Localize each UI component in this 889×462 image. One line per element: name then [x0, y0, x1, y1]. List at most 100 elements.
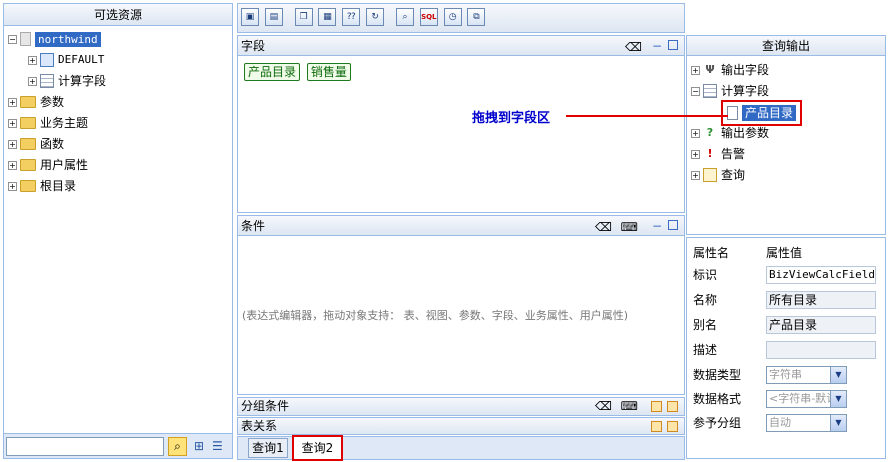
field-chip-product-category[interactable]: 产品目录 [244, 63, 301, 81]
minimize-icon[interactable]: − [652, 216, 662, 236]
field-icon [727, 106, 738, 120]
tab-query-2[interactable]: 查询2 [292, 435, 343, 461]
output-item-calc-fields[interactable]: − 计算字段 [691, 81, 769, 101]
prop-alias-field[interactable]: 产品目录 [766, 316, 876, 334]
restore-icon[interactable] [651, 421, 662, 432]
fields-panel: 字段 ⌫ − 产品目录 销售量 [237, 35, 685, 213]
maximize-icon[interactable] [668, 40, 678, 50]
expand-icon[interactable]: + [8, 97, 17, 107]
prop-desc-field[interactable] [766, 341, 876, 359]
prop-grouping-select[interactable]: 自动 ▼ [766, 414, 847, 432]
expand-icon[interactable]: + [28, 76, 37, 86]
tree-item-label: 查询 [721, 168, 746, 182]
chevron-down-icon[interactable]: ▼ [830, 391, 846, 407]
tree-item-label: 计算字段 [58, 74, 107, 88]
expand-icon[interactable]: + [691, 170, 700, 180]
schema-icon [40, 53, 54, 67]
query-tabs: 查询1 查询2 [237, 435, 685, 461]
select-value: 自动 [769, 416, 791, 429]
chevron-down-icon[interactable]: ▼ [830, 415, 846, 431]
output-item-fields[interactable]: + Ψ 输出字段 [691, 60, 769, 80]
clock-icon[interactable]: ◷ [443, 8, 462, 26]
tree-item-calc-fields[interactable]: + 计算字段 [28, 71, 106, 91]
sql-icon[interactable]: SQL [419, 8, 438, 26]
alert-icon: ! [707, 147, 713, 160]
tree-item-label: 参数 [40, 95, 65, 109]
tree-item-user-attrs[interactable]: + 用户属性 [8, 155, 88, 175]
tree-item-northwind[interactable]: − northwind [8, 29, 101, 49]
search-icon[interactable]: ⌕ [168, 437, 187, 456]
table-relation-bar[interactable]: 表关系 [237, 417, 685, 435]
expand-icon[interactable]: + [8, 181, 17, 191]
field-chip-sales[interactable]: 销售量 [306, 63, 351, 81]
tree-item-default[interactable]: + DEFAULT [28, 50, 104, 70]
prop-id-field[interactable]: BizViewCalcField [766, 266, 876, 284]
param-icon[interactable]: ⁇ [342, 8, 361, 26]
keyboard-icon[interactable]: ⌨ [621, 398, 638, 415]
eraser-icon[interactable]: ⌫ [625, 37, 642, 57]
restore-icon[interactable] [667, 401, 678, 412]
function-folder-icon [20, 138, 36, 150]
prop-datatype-select[interactable]: 字符串 ▼ [766, 366, 847, 384]
prop-name: 数据类型 [693, 368, 742, 382]
maximize-icon[interactable] [668, 220, 678, 230]
group-condition-bar[interactable]: 分组条件 ⌫ ⌨ [237, 397, 685, 416]
tree-item-label: 业务主题 [40, 116, 89, 130]
export-icon[interactable]: ⧉ [467, 8, 486, 26]
tree-item-label: 根目录 [40, 179, 77, 193]
expand-icon[interactable]: + [8, 118, 17, 128]
output-item-query[interactable]: + 查询 [691, 165, 745, 185]
expand-icon[interactable]: + [28, 55, 37, 65]
topic-folder-icon [20, 117, 36, 129]
expand-icon[interactable]: + [8, 160, 17, 170]
main-toolbar: ▣ ▤ ❐ ▦ ⁇ ↻ ⌕ SQL ◷ ⧉ [237, 3, 685, 33]
expand-icon[interactable]: + [8, 139, 17, 149]
keyboard-icon[interactable]: ⌨ [621, 217, 638, 237]
resource-panel-title: 可选资源 [4, 4, 232, 26]
search-icon[interactable]: ⌕ [395, 8, 414, 26]
expand-icon[interactable]: + [691, 128, 700, 138]
prop-name-field[interactable]: 所有目录 [766, 291, 876, 309]
conditions-hint[interactable]: (表达式编辑器，拖动对象支持： 表、视图、参数、字段、业务属性、用户属性) [242, 307, 628, 323]
database-icon [20, 32, 31, 46]
collapse-icon[interactable]: − [691, 86, 700, 96]
tree-item-root[interactable]: + 根目录 [8, 176, 76, 196]
prop-name: 别名 [693, 318, 718, 332]
tree-item-functions[interactable]: + 函数 [8, 134, 64, 154]
tab-query-1[interactable]: 查询1 [248, 438, 288, 458]
expand-icon[interactable]: + [691, 149, 700, 159]
restore-icon[interactable] [667, 421, 678, 432]
conditions-panel: 条件 ⌫ ⌨ − (表达式编辑器，拖动对象支持： 表、视图、参数、字段、业务属性… [237, 215, 685, 395]
collapse-icon[interactable]: − [8, 34, 17, 44]
tree-item-label: 输出字段 [721, 63, 770, 77]
tree-item-label: 函数 [40, 137, 65, 151]
list-view-icon[interactable]: ☰ [212, 439, 223, 453]
output-field-icon: Ψ [705, 63, 715, 76]
minimize-icon[interactable]: − [652, 36, 662, 56]
expand-icon[interactable]: + [691, 65, 700, 75]
restore-icon[interactable] [651, 401, 662, 412]
tree-item-label: 产品目录 [742, 105, 797, 121]
refresh-icon[interactable]: ↻ [366, 8, 385, 26]
output-item-alerts[interactable]: + ! 告警 [691, 144, 745, 164]
output-item-params[interactable]: + ? 输出参数 [691, 123, 769, 143]
window-icon[interactable]: ❐ [294, 8, 313, 26]
prop-name: 标识 [693, 268, 718, 282]
tree-view-icon[interactable]: ⊞ [194, 439, 204, 453]
save-as-icon[interactable]: ▤ [264, 8, 283, 26]
prop-format-select[interactable]: <字符串-默认> ▼ [766, 390, 847, 408]
eraser-icon[interactable]: ⌫ [595, 398, 612, 415]
eraser-icon[interactable]: ⌫ [595, 217, 612, 237]
table-icon[interactable]: ▦ [318, 8, 337, 26]
tree-item-label: 告警 [721, 147, 746, 161]
prop-name: 描述 [693, 343, 718, 357]
root-folder-icon [20, 180, 36, 192]
search-input[interactable] [6, 437, 164, 456]
resource-panel: 可选资源 − northwind + DEFAULT + 计算字段 + 参数 +… [3, 3, 233, 459]
tree-item-business-topic[interactable]: + 业务主题 [8, 113, 88, 133]
tab-label: 查询2 [301, 441, 334, 455]
chevron-down-icon[interactable]: ▼ [830, 367, 846, 383]
tree-item-params[interactable]: + 参数 [8, 92, 64, 112]
group-condition-title: 分组条件 [241, 399, 290, 413]
save-icon[interactable]: ▣ [241, 8, 259, 26]
